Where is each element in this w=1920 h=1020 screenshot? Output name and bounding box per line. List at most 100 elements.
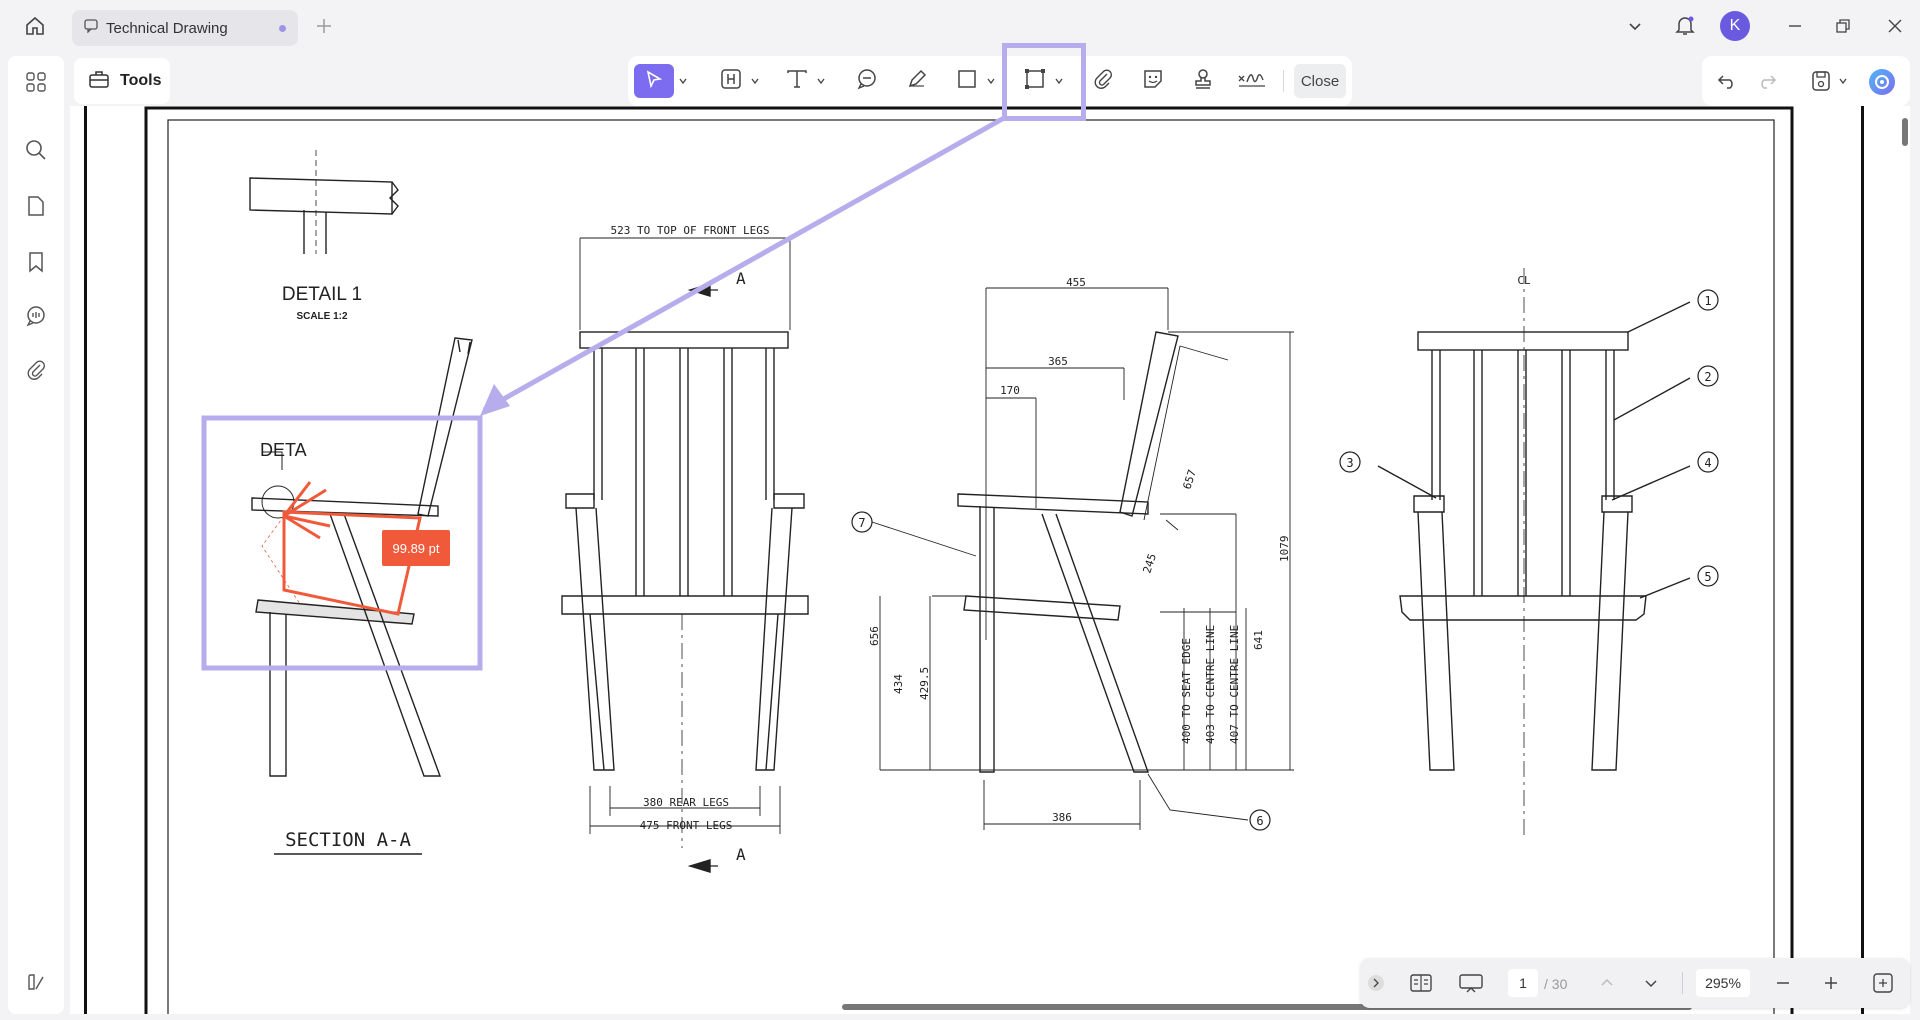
pen-icon bbox=[906, 68, 928, 95]
rectangle-icon bbox=[956, 68, 978, 95]
highlight-icon bbox=[720, 68, 742, 95]
comment-icon bbox=[856, 68, 878, 95]
undo-icon[interactable] bbox=[1714, 68, 1740, 94]
tools-button[interactable]: Tools bbox=[74, 58, 170, 104]
dim-641: 641 bbox=[1252, 630, 1265, 650]
paperclip-icon bbox=[1093, 68, 1113, 95]
title-bar: Technical Drawing K bbox=[0, 0, 1920, 52]
close-toolbar-button[interactable]: Close bbox=[1294, 64, 1346, 98]
dim-434: 434 bbox=[892, 674, 905, 694]
dim-386: 386 bbox=[1052, 811, 1072, 824]
arrow-a-bottom: A bbox=[736, 845, 746, 864]
text-tool[interactable] bbox=[782, 64, 812, 98]
page-layout-icon[interactable] bbox=[1408, 970, 1434, 996]
toolbar-divider bbox=[1283, 70, 1284, 92]
dim-170: 170 bbox=[1000, 384, 1020, 397]
signature-tool[interactable] bbox=[1234, 64, 1270, 98]
redo-icon[interactable] bbox=[1754, 68, 1780, 94]
avatar[interactable]: K bbox=[1720, 11, 1750, 41]
dim-403: 403 TO CENTRE LINE bbox=[1204, 625, 1217, 744]
new-tab-icon[interactable] bbox=[312, 14, 336, 38]
comment-tool[interactable] bbox=[852, 64, 882, 98]
apps-icon[interactable] bbox=[22, 68, 50, 96]
bookmark-icon[interactable] bbox=[22, 248, 50, 276]
current-page-input[interactable]: 1 bbox=[1508, 969, 1538, 997]
pen-tool[interactable] bbox=[902, 64, 932, 98]
select-tool[interactable] bbox=[634, 64, 674, 98]
unsaved-dot bbox=[279, 25, 286, 32]
cursor-icon bbox=[644, 69, 664, 94]
detail-label-partial: DETA bbox=[260, 440, 307, 460]
detail1-scale: SCALE 1:2 bbox=[296, 311, 348, 322]
chevron-down-icon[interactable] bbox=[1622, 14, 1648, 38]
dim-1079: 1079 bbox=[1278, 536, 1291, 563]
zoom-level[interactable]: 295% bbox=[1696, 969, 1750, 997]
shape-tool[interactable] bbox=[952, 64, 982, 98]
history-toolbar bbox=[1702, 56, 1910, 106]
minimize-icon[interactable] bbox=[1782, 14, 1808, 38]
callout-6: 6 bbox=[1256, 814, 1263, 828]
document-tab[interactable]: Technical Drawing bbox=[72, 10, 298, 46]
highlight-tool[interactable] bbox=[716, 64, 746, 98]
sticker-tool[interactable] bbox=[1138, 64, 1168, 98]
highlight-dropdown[interactable] bbox=[748, 64, 762, 98]
dim-front-legs: 475 FRONT LEGS bbox=[640, 819, 733, 832]
dim-top-front-legs: 523 TO TOP OF FRONT LEGS bbox=[611, 224, 770, 237]
ai-assistant-icon[interactable] bbox=[1866, 66, 1898, 98]
arrow-a-top: A bbox=[736, 269, 746, 288]
total-pages: / 30 bbox=[1544, 976, 1568, 992]
tab-title: Technical Drawing bbox=[106, 19, 228, 37]
fit-page-icon[interactable] bbox=[1870, 970, 1896, 996]
callout-4: 4 bbox=[1704, 456, 1711, 470]
dim-245: 245 bbox=[1140, 552, 1159, 575]
left-sidebar bbox=[8, 56, 64, 1014]
document-viewport[interactable]: DETAIL 1 SCALE 1:2 DETA SECTION A-A 523 … bbox=[70, 106, 1910, 1014]
detail1-title: DETAIL 1 bbox=[282, 284, 362, 305]
next-page-icon[interactable] bbox=[1640, 972, 1662, 994]
zoom-in-icon[interactable] bbox=[1820, 972, 1842, 994]
dim-rear-legs: 380 REAR LEGS bbox=[643, 796, 729, 809]
dim-455: 455 bbox=[1066, 276, 1086, 289]
highlight-box-tool bbox=[1002, 43, 1086, 121]
vertical-scrollbar[interactable] bbox=[1902, 118, 1908, 146]
zoom-out-icon[interactable] bbox=[1772, 972, 1794, 994]
sidebar-toggle-icon[interactable] bbox=[22, 968, 50, 996]
text-dropdown[interactable] bbox=[814, 64, 828, 98]
save-dropdown-icon[interactable] bbox=[1836, 72, 1850, 90]
dim-429: 429.5 bbox=[918, 667, 931, 700]
signature-icon bbox=[1237, 68, 1267, 95]
home-icon[interactable] bbox=[20, 12, 50, 40]
dim-656: 656 bbox=[868, 626, 881, 646]
restore-icon[interactable] bbox=[1830, 14, 1856, 38]
attach-tool[interactable] bbox=[1088, 64, 1118, 98]
page-navigation-bar: 1 / 30 295% bbox=[1360, 958, 1910, 1008]
shape-dropdown[interactable] bbox=[984, 64, 998, 98]
callout-5: 5 bbox=[1704, 570, 1711, 584]
callout-7: 7 bbox=[858, 516, 865, 530]
bell-icon[interactable] bbox=[1672, 12, 1698, 40]
chat-bubble-icon bbox=[84, 18, 98, 38]
technical-drawing: DETAIL 1 SCALE 1:2 DETA SECTION A-A 523 … bbox=[144, 106, 1794, 1014]
presentation-icon[interactable] bbox=[1456, 970, 1486, 996]
comments-icon[interactable] bbox=[22, 302, 50, 330]
stamp-icon bbox=[1192, 68, 1214, 95]
attachment-icon[interactable] bbox=[22, 356, 50, 384]
close-window-icon[interactable] bbox=[1882, 14, 1908, 38]
pages-icon[interactable] bbox=[22, 192, 50, 220]
save-icon[interactable] bbox=[1808, 68, 1834, 94]
collapse-nav-icon[interactable] bbox=[1368, 975, 1384, 991]
callout-1: 1 bbox=[1704, 294, 1711, 308]
sticker-icon bbox=[1142, 68, 1164, 95]
dim-400: 400 TO SEAT EDGE bbox=[1180, 638, 1193, 744]
center-line-label: CL bbox=[1517, 274, 1531, 287]
search-icon[interactable] bbox=[22, 136, 50, 164]
dim-657: 657 bbox=[1180, 468, 1199, 491]
annotation-toolbar: Close bbox=[628, 56, 1352, 106]
measurement-label: 99.89 pt bbox=[382, 530, 450, 566]
pointer-arrow bbox=[482, 115, 1006, 413]
stamp-tool[interactable] bbox=[1188, 64, 1218, 98]
select-dropdown[interactable] bbox=[676, 64, 690, 98]
callout-2: 2 bbox=[1704, 370, 1711, 384]
text-icon bbox=[785, 68, 809, 95]
prev-page-icon[interactable] bbox=[1596, 972, 1618, 994]
